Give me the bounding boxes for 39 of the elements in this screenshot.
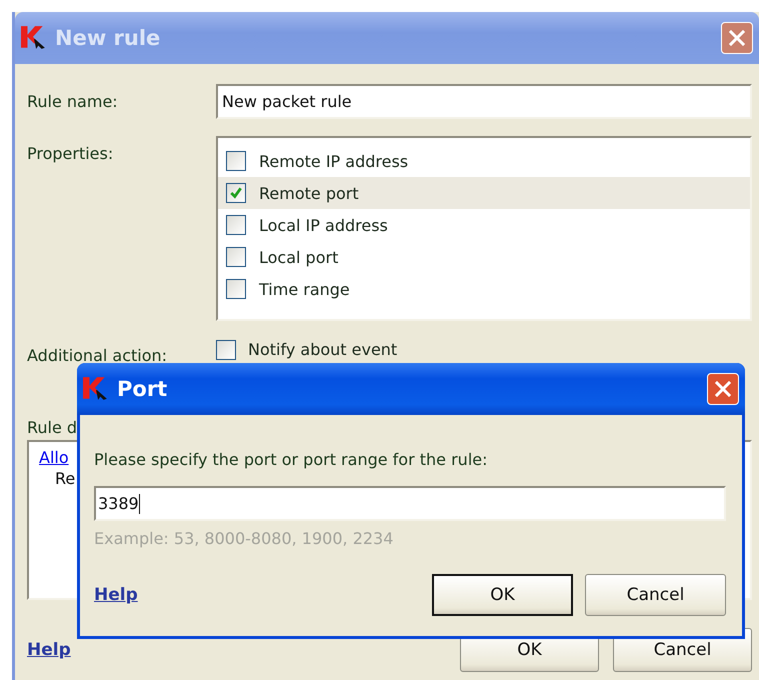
- rule-name-field[interactable]: New packet rule: [216, 84, 752, 119]
- description-text: Re: [54, 469, 76, 488]
- checkbox[interactable]: [226, 279, 246, 299]
- prompt-text: Please specify the port or port range for the rule:: [94, 449, 488, 471]
- list-item[interactable]: Remote port: [218, 177, 750, 209]
- window-title: New rule: [55, 26, 162, 50]
- checkbox-label: Notify about event: [248, 341, 398, 359]
- checkbox[interactable]: [226, 215, 246, 235]
- check-mark-icon: [229, 186, 243, 200]
- close-icon: [727, 28, 747, 48]
- checkbox[interactable]: [216, 340, 236, 360]
- item-label: Local IP address: [259, 216, 388, 234]
- help-link[interactable]: Help: [27, 640, 71, 660]
- dialog-button[interactable]: Cancel: [585, 574, 726, 616]
- app-logo-icon: [21, 26, 47, 50]
- close-icon: [713, 379, 733, 399]
- list-item[interactable]: Local IP address: [218, 209, 750, 241]
- checkbox[interactable]: [226, 151, 246, 171]
- checkbox[interactable]: [226, 183, 246, 203]
- close-button[interactable]: [707, 373, 739, 405]
- port-field[interactable]: 3389: [94, 486, 726, 521]
- item-label: Time range: [259, 280, 350, 298]
- list-item[interactable]: Remote IP address: [218, 145, 750, 177]
- field-label: Rule d: [27, 418, 78, 438]
- example-hint: Example: 53, 8000-8080, 1900, 2234: [94, 529, 394, 548]
- rule-link[interactable]: Allo: [39, 448, 69, 467]
- help-link[interactable]: Help: [94, 585, 138, 605]
- app-logo-icon: [83, 377, 109, 401]
- dialog-button[interactable]: OK: [432, 574, 573, 616]
- field-label: Rule name:: [27, 91, 119, 112]
- item-label: Remote port: [259, 184, 359, 202]
- window-title: Port: [117, 377, 168, 401]
- item-label: Local port: [259, 248, 338, 266]
- field-label: Properties:: [27, 143, 114, 164]
- field-label: Additional action:: [27, 345, 168, 366]
- list-item[interactable]: Local port: [218, 241, 750, 273]
- item-label: Remote IP address: [259, 152, 408, 170]
- list-item[interactable]: Time range: [218, 273, 750, 305]
- checkbox[interactable]: [226, 247, 246, 267]
